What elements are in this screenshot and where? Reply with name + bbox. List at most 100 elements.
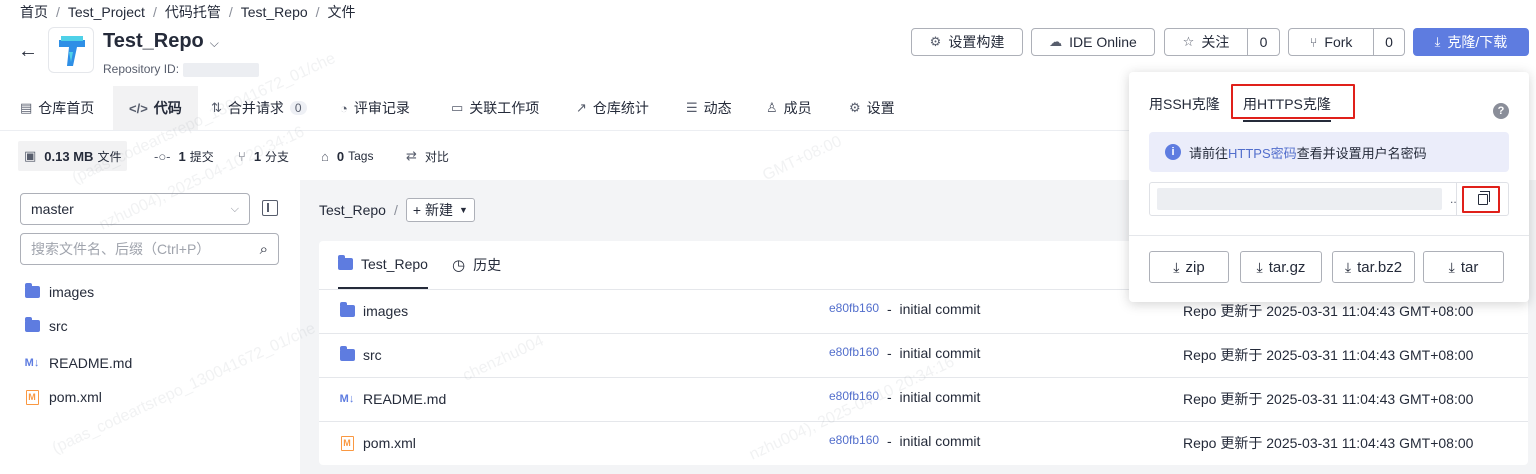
folder-icon [339,346,355,361]
download-icon: ⤓ [1256,258,1263,275]
file-name[interactable]: src [363,347,382,363]
tab-repo-home[interactable]: ▤ 仓库首页 [20,86,94,130]
markdown-icon: M↓ [339,393,355,405]
history-icon: ◷ [452,257,466,274]
table-row[interactable]: src e80fb160 - initial commit Repo 更新于 2… [319,333,1528,377]
stat-compare[interactable]: ⇄ 对比 [406,141,449,171]
help-icon[interactable]: ? [1493,103,1509,119]
commit-message: - initial commit [887,433,981,449]
doc-icon: ▤ [20,100,33,115]
clone-download-button[interactable]: ⤓ 克隆/下载 [1413,28,1529,56]
branch-icon: ⑂ [238,148,246,164]
updated-time: Repo 更新于 2025-03-31 11:04:43 GMT+08:00 [1183,391,1474,407]
commit-message: - initial commit [887,389,981,405]
tab-ssh-clone[interactable]: 用SSH克隆 [1149,94,1220,114]
folder-icon [24,317,40,332]
xml-file-icon: M [24,389,40,405]
chevron-down-icon: ⌵ [230,202,239,215]
settings-build-button[interactable]: ⚙ 设置构建 [911,28,1023,56]
https-password-link[interactable]: HTTPS密码 [1228,143,1297,162]
path-repo[interactable]: Test_Repo [319,202,386,218]
breadcrumb-code-hosting[interactable]: 代码托管 [165,4,221,20]
tab-files[interactable]: Test_Repo [338,241,428,289]
commit-hash[interactable]: e80fb160 [829,433,879,447]
markdown-icon: M↓ [24,357,40,369]
list-icon: ☰ [686,100,698,115]
new-button[interactable]: + 新建 ▼ [405,198,475,222]
repo-title[interactable]: Test_Repo ⌵ [103,30,219,53]
table-row[interactable]: Mpom.xml e80fb160 - initial commit Repo … [319,421,1528,465]
file-search-input[interactable]: 搜索文件名、后缀（Ctrl+P） ⌕ [20,233,279,265]
https-notice: i 请前往 HTTPS密码 查看并设置用户名密码 [1149,132,1509,172]
ide-online-button[interactable]: ☁ IDE Online [1031,28,1155,56]
breadcrumb-repo[interactable]: Test_Repo [241,4,308,20]
file-name[interactable]: README.md [363,391,446,407]
plus-icon: + [412,202,422,218]
repo-name: Test_Repo [103,30,204,52]
merge-count-badge: 0 [289,101,307,115]
tab-linked-workitems[interactable]: ▭ 关联工作项 [451,86,539,130]
download-icon: ⤓ [1173,258,1180,275]
chevron-down-icon[interactable]: ⌵ [210,36,219,50]
back-arrow-icon[interactable]: ← [18,40,38,63]
gear-icon: ⚙ [929,34,942,49]
stat-commits[interactable]: -○- 1 提交 [154,141,214,171]
updated-time: Repo 更新于 2025-03-31 11:04:43 GMT+08:00 [1183,347,1474,363]
fork-button[interactable]: ⑂ Fork [1288,28,1374,56]
xml-file-icon: M [339,435,355,451]
download-tarbz2-button[interactable]: ⤓ tar.bz2 [1332,251,1415,283]
tree-item-src[interactable]: src [24,314,68,338]
tab-review-records[interactable]: ◔ 评审记录 [340,86,410,130]
breadcrumb-project[interactable]: Test_Project [68,4,145,20]
divider [1129,235,1529,236]
commit-message: - initial commit [887,345,981,361]
folder-icon [24,283,40,298]
merge-icon: ⇅ [211,100,222,115]
tab-history[interactable]: ◷ 历史 [452,241,501,289]
file-name[interactable]: images [363,303,408,319]
tree-item-images[interactable]: images [24,280,94,304]
code-icon: </> [129,100,148,116]
commit-hash[interactable]: e80fb160 [829,345,879,359]
commit-hash[interactable]: e80fb160 [829,301,879,315]
review-icon: ◔ [340,100,348,116]
stat-size[interactable]: ▣ 0.13 MB 文件 [18,141,128,171]
clone-url-masked [1157,188,1442,210]
tab-code[interactable]: </> 代码 [113,86,198,130]
cloud-icon: ☁ [1049,34,1063,49]
compare-icon: ⇄ [406,148,417,163]
search-icon[interactable]: ⌕ [260,241,268,258]
updated-time: Repo 更新于 2025-03-31 11:04:43 GMT+08:00 [1183,303,1474,319]
watch-button[interactable]: ☆ 关注 [1164,28,1248,56]
branch-select[interactable]: master ⌵ [20,193,250,225]
breadcrumb-home[interactable]: 首页 [20,4,48,20]
breadcrumb-files: 文件 [327,4,356,20]
tab-activity[interactable]: ☰ 动态 [686,86,732,130]
download-targz-button[interactable]: ⤓ tar.gz [1240,251,1322,283]
info-icon: i [1165,144,1181,160]
clone-popup: 用SSH克隆 用HTTPS克隆 ? i 请前往 HTTPS密码 查看并设置用户名密码… [1129,72,1529,302]
fork-count[interactable]: 0 [1373,28,1405,56]
file-name[interactable]: pom.xml [363,435,416,451]
collapse-sidebar-icon[interactable] [262,200,278,216]
clone-url-input[interactable]: .. [1149,182,1509,216]
download-zip-button[interactable]: ⤓ zip [1149,251,1229,283]
download-icon: ⤓ [1448,258,1455,275]
tab-merge-requests[interactable]: ⇅ 合并请求 0 [211,86,307,130]
caret-down-icon: ▼ [459,205,468,215]
repo-id: Repository ID: [103,62,260,77]
tree-item-readme[interactable]: M↓ README.md [24,351,133,375]
watch-count[interactable]: 0 [1247,28,1280,56]
tree-item-pom[interactable]: Mpom.xml [24,385,102,409]
stat-branches[interactable]: ⑂ 1 分支 [238,141,289,171]
table-row[interactable]: M↓ README.md e80fb160 - initial commit Re… [319,377,1528,421]
commit-hash[interactable]: e80fb160 [829,389,879,403]
tab-settings[interactable]: ⚙ 设置 [849,86,895,130]
download-tar-button[interactable]: ⤓ tar [1423,251,1504,283]
stat-tags[interactable]: ⌂ 0 Tags [321,141,373,171]
tab-members[interactable]: ♙ 成员 [766,86,812,130]
tab-repo-stats[interactable]: ↗ 仓库统计 [576,86,649,130]
tag-icon: ⌂ [321,148,329,164]
file-size-icon: ▣ [24,148,37,163]
folder-icon [338,255,353,270]
